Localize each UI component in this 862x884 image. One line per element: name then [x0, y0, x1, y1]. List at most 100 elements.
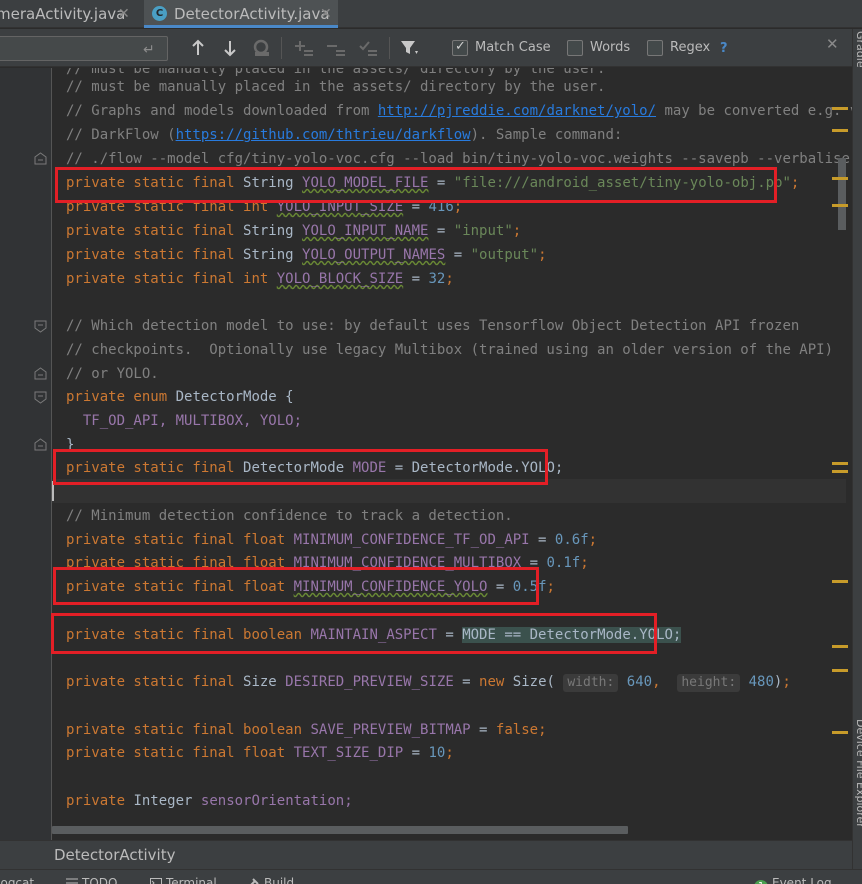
todo-tool-button[interactable]: TODO [66, 876, 117, 884]
terminal-tool-button[interactable]: Terminal [150, 876, 217, 884]
words-label[interactable]: Words [590, 40, 630, 56]
select-all-occurrences-icon[interactable] [358, 39, 378, 59]
tool-label: Logcat [0, 876, 35, 884]
close-icon[interactable]: ✕ [826, 35, 839, 53]
code-line: // must be manually placed in the assets… [66, 76, 605, 98]
code-line: // Which detection model to use: by defa… [66, 315, 799, 337]
find-bar: ↵ Match Case Words Regex ? ✕ [0, 29, 852, 67]
tab-detector-activity[interactable]: C DetectorActivity.java ✕ [144, 0, 338, 28]
list-icon [66, 877, 78, 884]
separator [389, 37, 390, 59]
code-line: private static final Size DESIRED_PREVIE… [66, 674, 791, 692]
match-case-label[interactable]: Match Case [475, 40, 551, 56]
comment: // DarkFlow ( [66, 127, 176, 143]
code-editor[interactable]: // must be manually placed in the assets… [0, 68, 852, 840]
keyword: private static final [66, 745, 235, 761]
type: boolean [243, 722, 303, 738]
terminal-icon [150, 877, 162, 884]
regex-label[interactable]: Regex [670, 40, 710, 56]
close-icon[interactable]: ✕ [320, 0, 332, 28]
logcat-tool-button[interactable]: Logcat [0, 876, 34, 884]
regex-checkbox[interactable] [647, 40, 663, 56]
constant-name: SAVE_PREVIEW_BITMAP [310, 722, 471, 738]
error-stripe-mark[interactable] [832, 107, 848, 110]
comment: ). Sample command: [470, 127, 623, 143]
code-line: // checkpoints. Optionally use legacy Mu… [66, 339, 833, 361]
fold-end-icon[interactable] [34, 152, 47, 165]
keyword: private static final [66, 674, 235, 690]
code-line: private enum DetectorMode { [66, 386, 294, 408]
code-line: private static final float TEXT_SIZE_DIP… [66, 745, 454, 761]
error-stripe-mark[interactable] [832, 669, 848, 672]
horizontal-scrollbar-thumb[interactable] [52, 826, 628, 834]
keyword: private static final [66, 722, 235, 738]
type: int [243, 271, 269, 287]
number-literal: 0.1f [546, 555, 581, 571]
right-tool-strip: Gradle Device File Explorer [852, 29, 862, 869]
tab-label: meraActivity.java [0, 5, 126, 23]
comment: // must be manually placed in the assets… [66, 79, 606, 95]
parameter-hint: width: [563, 674, 619, 692]
event-log-tool-button[interactable]: 1 Event Log [754, 876, 832, 884]
keyword: new [479, 674, 505, 690]
vertical-scrollbar-thumb[interactable] [838, 158, 846, 230]
code-line: // Graphs and models downloaded from htt… [66, 100, 852, 122]
match-case-checkbox[interactable] [452, 39, 468, 56]
bottom-tool-bar: Logcat TODO Terminal Build 1 Event Log [0, 869, 862, 884]
comment-link[interactable]: http://pjreddie.com/darknet/yolo/ [378, 103, 656, 119]
keyword: private static final [66, 247, 235, 263]
code-line: private static final float MINIMUM_CONFI… [66, 532, 598, 548]
comment-link[interactable]: https://github.com/thtrieu/darkflow [176, 127, 471, 143]
enum-declaration: DetectorMode { [175, 389, 294, 405]
code-line: private Integer sensorOrientation; [66, 790, 353, 812]
code-line: private static final String YOLO_INPUT_N… [66, 223, 522, 239]
constant-name: YOLO_BLOCK_SIZE [276, 271, 404, 287]
keyword: private static final [66, 532, 235, 548]
build-tool-button[interactable]: Build [248, 876, 294, 884]
error-stripe-mark[interactable] [832, 177, 848, 180]
find-in-path-icon[interactable] [252, 39, 272, 59]
comment: // ./flow --model cfg/tiny-yolo-voc.cfg … [66, 151, 850, 167]
error-stripe-mark[interactable] [832, 204, 848, 207]
code-line: TF_OD_API, MULTIBOX, YOLO; [66, 410, 302, 432]
arrow-up-icon[interactable] [188, 39, 208, 59]
error-stripe-mark[interactable] [832, 580, 848, 583]
error-stripe-mark[interactable] [832, 129, 848, 132]
arrow-down-icon[interactable] [220, 39, 240, 59]
editor-gutter [0, 68, 52, 840]
words-checkbox[interactable] [567, 40, 583, 56]
tab-label: DetectorActivity.java [174, 5, 330, 23]
add-occurrence-icon[interactable] [294, 39, 314, 59]
close-icon[interactable]: ✕ [118, 0, 130, 28]
device-file-explorer-tool-button[interactable]: Device File Explorer [854, 719, 862, 828]
fold-end-icon[interactable] [34, 367, 47, 380]
fold-end-icon[interactable] [34, 438, 47, 451]
field-name: sensorOrientation; [200, 793, 353, 809]
tab-camera-activity[interactable]: meraActivity.java ✕ [0, 0, 136, 28]
keyword: private [66, 793, 126, 809]
type: float [243, 532, 286, 548]
filter-icon[interactable] [400, 39, 420, 59]
error-stripe-mark[interactable] [832, 470, 848, 473]
breadcrumb-item[interactable]: DetectorActivity [54, 846, 175, 864]
keyword: private enum [66, 389, 168, 405]
gradle-tool-button[interactable]: Gradle [854, 31, 862, 68]
error-stripe-mark[interactable] [832, 462, 848, 465]
error-stripe-mark[interactable] [832, 731, 848, 734]
regex-help-icon[interactable]: ? [720, 41, 728, 56]
number-literal: 480 [748, 674, 774, 690]
number-literal: 0.6f [554, 532, 589, 548]
number-literal: 10 [428, 745, 446, 761]
hammer-icon [248, 877, 260, 884]
parameter-hint: height: [677, 674, 741, 692]
code-line: // Minimum detection confidence to track… [66, 505, 513, 527]
remove-occurrence-icon[interactable] [326, 39, 346, 59]
class-icon: C [152, 6, 167, 21]
constant-name: MINIMUM_CONFIDENCE_TF_OD_API [293, 532, 530, 548]
fold-start-icon[interactable] [34, 320, 47, 333]
breadcrumb: DetectorActivity [0, 840, 852, 869]
search-input[interactable]: ↵ [0, 36, 168, 61]
fold-start-icon[interactable] [34, 391, 47, 404]
error-stripe-mark[interactable] [832, 645, 848, 648]
tool-label: Build [264, 876, 295, 884]
